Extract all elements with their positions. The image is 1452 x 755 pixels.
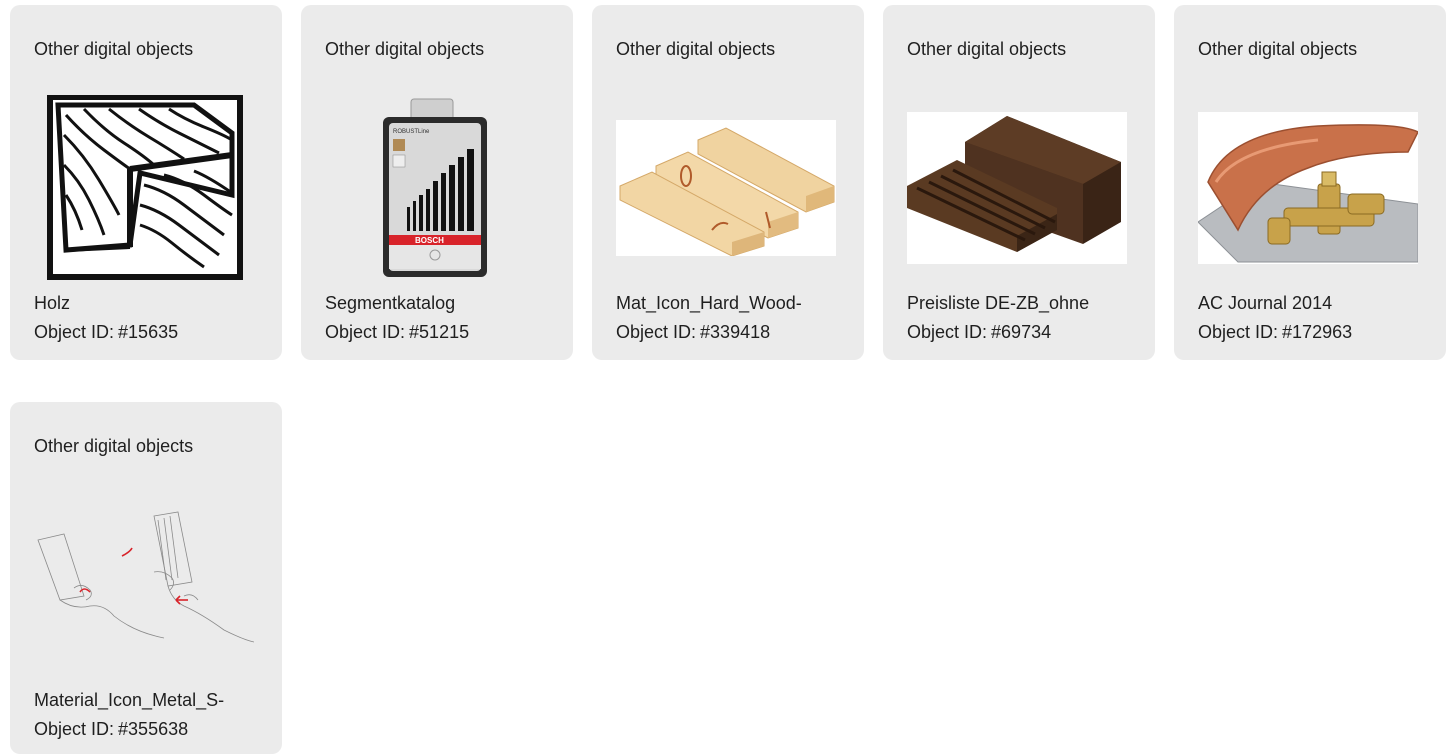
category-label: Other digital objects bbox=[325, 39, 485, 59]
object-card-material-icon-metal[interactable]: Other digital objects Material_Icon_Meta… bbox=[10, 402, 282, 754]
category-label: Other digital objects bbox=[34, 436, 194, 456]
object-name: Holz bbox=[34, 293, 71, 313]
wooden-planks-image bbox=[616, 95, 836, 281]
object-id-value: #355638 bbox=[118, 719, 189, 739]
object-id-value: #172963 bbox=[1282, 322, 1353, 342]
object-card-holz[interactable]: Other digital objects Holz Object ID: #15… bbox=[10, 5, 282, 360]
object-id-label: Object ID: bbox=[325, 322, 406, 342]
object-name: Material_Icon_Metal_S- bbox=[34, 690, 225, 710]
object-id: Object ID: #51215 bbox=[325, 321, 469, 343]
pack-label-text: ROBUSTLine bbox=[393, 129, 430, 135]
object-card-preisliste[interactable]: Other digital objects Preisliste DE-ZB_o… bbox=[883, 5, 1155, 360]
dark-wood-blocks-image bbox=[907, 95, 1127, 281]
object-name: Segmentkatalog bbox=[325, 293, 456, 313]
drill-bit-set-image: ROBUSTLine BOSCH bbox=[325, 95, 545, 281]
object-card-segmentkatalog[interactable]: Other digital objects ROBUSTLine BOSCH S… bbox=[301, 5, 573, 360]
object-id-value: #15635 bbox=[118, 322, 179, 342]
object-id-label: Object ID: bbox=[1198, 322, 1279, 342]
object-name: Mat_Icon_Hard_Wood- bbox=[616, 293, 802, 313]
object-id: Object ID: #355638 bbox=[34, 718, 188, 740]
category-label: Other digital objects bbox=[34, 39, 194, 59]
object-card-mat-icon-hard-wood[interactable]: Other digital objects Mat_Icon_Hard_Wood… bbox=[592, 5, 864, 360]
wood-grain-icon bbox=[34, 95, 254, 281]
object-id-value: #69734 bbox=[991, 322, 1052, 342]
object-name: Preisliste DE-ZB_ohne bbox=[907, 293, 1090, 313]
object-card-ac-journal-2014[interactable]: Other digital objects AC Journal 2014 Ob… bbox=[1174, 5, 1446, 360]
object-id-label: Object ID: bbox=[616, 322, 697, 342]
object-id-label: Object ID: bbox=[907, 322, 988, 342]
hands-sketch-image bbox=[34, 482, 254, 668]
copper-gutter-fitting-image bbox=[1198, 95, 1418, 281]
object-id-label: Object ID: bbox=[34, 322, 115, 342]
object-name: AC Journal 2014 bbox=[1198, 293, 1333, 313]
object-id: Object ID: #69734 bbox=[907, 321, 1051, 343]
object-id: Object ID: #172963 bbox=[1198, 321, 1352, 343]
category-label: Other digital objects bbox=[1198, 39, 1358, 59]
object-id-value: #339418 bbox=[700, 322, 771, 342]
object-id: Object ID: #339418 bbox=[616, 321, 770, 343]
object-id-label: Object ID: bbox=[34, 719, 115, 739]
object-id: Object ID: #15635 bbox=[34, 321, 178, 343]
object-id-value: #51215 bbox=[409, 322, 470, 342]
category-label: Other digital objects bbox=[907, 39, 1067, 59]
category-label: Other digital objects bbox=[616, 39, 776, 59]
brand-text: BOSCH bbox=[415, 236, 444, 245]
